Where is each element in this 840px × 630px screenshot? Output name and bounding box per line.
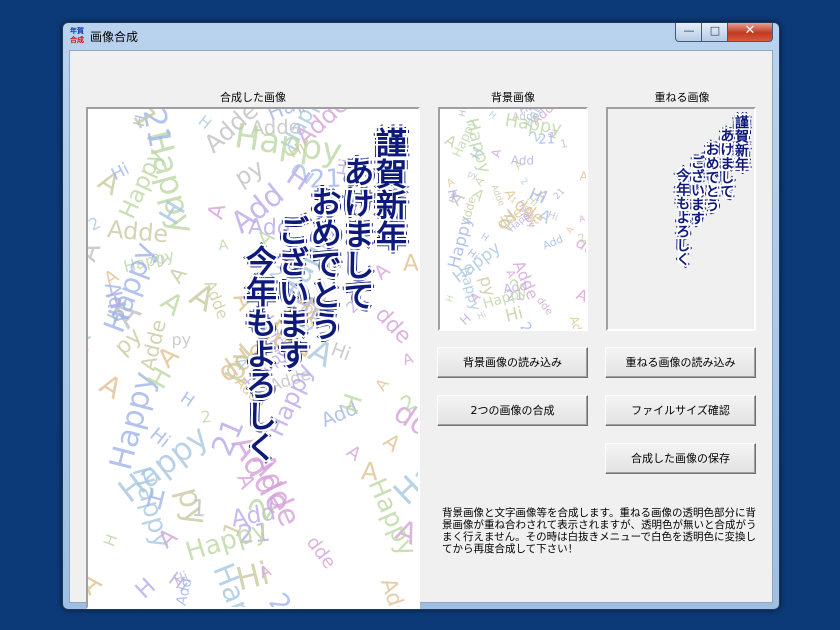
composite-pattern-fragment: A [88,238,107,265]
background-pattern-fragment: 2 [518,176,530,188]
background-pattern-fragment: A [574,285,586,306]
check-file-size-button[interactable]: ファイルサイズ確認 [605,395,756,426]
maximize-button[interactable]: □ [701,23,729,42]
overlay-caption: 重ねる画像 [654,91,710,104]
composite-pattern-fragment: Adde [375,575,416,607]
close-icon: ✕ [744,23,756,38]
app-icon: 年賀 合成 [68,27,86,45]
background-pattern-fragment: A [472,174,487,188]
maximize-icon: □ [709,24,721,37]
composite-pattern-fragment: py [171,330,191,349]
composite-pattern-fragment: H [131,573,161,604]
minimize-icon: — [683,24,695,37]
composite-caption: 合成した画像 [220,91,286,104]
background-image-panel: Happy A Hi Adde 21 Happy Adde H 2 Adde A Hi Happy 1 A A… [438,107,588,331]
composite-pattern-fragment: A [155,285,190,323]
overlay-greeting: 謹賀新年 あけまして おめでとう ございます 今年もよろしく [674,115,749,267]
app-icon-text-bottom: 合成 [70,36,84,44]
background-pattern-fragment: 1 [559,136,569,151]
composite-pattern-fragment: A [88,332,97,353]
composite-pattern-fragment: H [99,531,121,549]
app-window: 年賀 合成 画像合成 — □ ✕ 合成した画像 背景画像 重ねる画像 Happy… [62,22,780,610]
overlay-image-panel: 謹賀新年 あけまして おめでとう ございます 今年もよろしく [606,107,756,331]
background-pattern-fragment: Adde [567,314,586,329]
composite-pattern-fragment: H [177,388,198,411]
app-icon-text-top: 年賀 [70,27,84,35]
load-background-button[interactable]: 背景画像の読み込み [437,347,588,378]
overlay-greeting-column: 今年もよろしく [674,168,691,267]
combine-button[interactable]: 2つの画像の合成 [437,395,588,426]
background-pattern-fragment: H [486,110,497,122]
composite-pattern-fragment: 1 [191,495,207,523]
composite-pattern-fragment: 2 [88,213,103,235]
composite-greeting-column: 謹賀新年 [370,127,406,251]
minimize-button[interactable]: — [675,23,703,42]
background-pattern-fragment: H [458,109,469,118]
window-title: 画像合成 [90,30,139,44]
composite-greeting-column: あけまして [337,156,374,312]
title-bar[interactable]: 年賀 合成 画像合成 — □ ✕ [63,23,779,49]
client-area: 合成した画像 背景画像 重ねる画像 Happy A Hi Adde 21 Happy Add… [69,50,773,609]
composite-greeting: 謹賀新年 あけまして おめでとう ございます 今年もよろしく [239,127,406,462]
background-caption: 背景画像 [491,91,535,104]
overlay-greeting-column: ございます [688,154,705,225]
composite-pattern-fragment: A [88,566,108,601]
description-text: 背景画像と文字画像等を合成します。重ねる画像の透明色部分に背景画像が重ね合わされ… [442,507,757,555]
background-pattern: HappyAHiAdde21HappyAddeH2AddeAHiHappy1AA… [442,109,586,329]
save-composite-button[interactable]: 合成した画像の保存 [605,443,756,474]
background-pattern-fragment: Add [541,232,565,252]
composite-pattern-fragment: A [403,251,418,277]
overlay-greeting-column: あけまして [718,128,735,199]
background-pattern-fragment: A [445,176,457,190]
composite-greeting-column: ございます [272,215,309,371]
composite-pattern-fragment: A [218,237,230,254]
background-pattern-fragment: A [579,168,586,183]
background-pattern-fragment: H [457,311,474,328]
background-pattern-fragment: A [578,213,586,224]
background-pattern-fragment: H [445,294,457,304]
composite-pattern-fragment: 2 [200,407,213,427]
composite-greeting-column: おめでとう [304,185,341,341]
close-button[interactable]: ✕ [727,23,773,42]
composite-pattern-fragment: A [164,262,192,287]
composite-pattern-fragment: dde [302,532,340,573]
overlay-greeting-column: おめでとう [703,141,720,212]
composite-image-panel: Happy A Hi Adde 21 Happy Adde H 2 Adde A Hi Happy 1 A A… [86,107,420,609]
composite-greeting-column: 今年もよろしく [239,244,276,462]
background-pattern-fragment: 21 [552,187,567,202]
background-pattern-fragment: A [565,225,577,236]
load-overlay-button[interactable]: 重ねる画像の読み込み [605,347,756,378]
overlay-greeting-column: 謹賀新年 [733,115,749,171]
background-pattern-fragment: dde [534,295,555,318]
